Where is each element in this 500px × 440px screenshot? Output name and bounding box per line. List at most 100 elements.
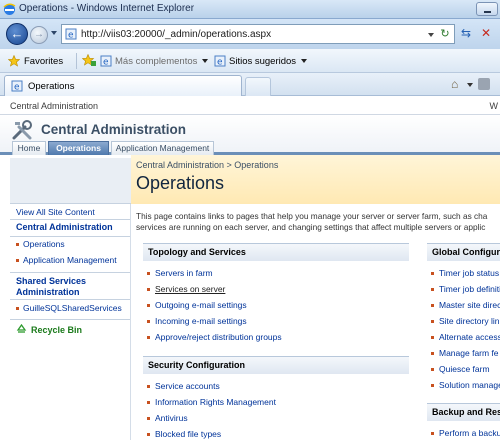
address-dropdown-icon[interactable] <box>428 33 434 37</box>
link-label: Outgoing e-mail settings <box>155 300 247 310</box>
link-irm[interactable]: Information Rights Management <box>147 397 276 407</box>
nav-divider <box>10 319 130 320</box>
site-title[interactable]: Central Administration <box>41 122 186 137</box>
top-navigation: Home Operations Application Management <box>0 139 500 155</box>
bullet-icon <box>147 432 150 436</box>
link-label: Quiesce farm <box>439 364 490 374</box>
svg-text:e: e <box>103 58 109 68</box>
link-label: Antivirus <box>155 413 188 423</box>
suggested-sites-icon: e <box>214 55 226 67</box>
link-master-site-directory[interactable]: Master site directory <box>431 300 500 310</box>
link-antivirus[interactable]: Antivirus <box>147 413 188 423</box>
link-perform-backup[interactable]: Perform a backup <box>431 428 500 438</box>
nav-item-operations[interactable]: Operations <box>16 239 65 249</box>
bullet-icon <box>147 400 150 404</box>
topology-section-heading: Topology and Services <box>143 243 409 261</box>
new-tab-button[interactable] <box>245 77 271 96</box>
link-servers-in-farm[interactable]: Servers in farm <box>147 268 213 278</box>
nav-divider <box>10 236 130 237</box>
stop-icon[interactable]: ✕ <box>478 26 494 42</box>
ssp-heading[interactable]: Shared Services Administration <box>16 276 126 298</box>
link-outgoing-email[interactable]: Outgoing e-mail settings <box>147 300 247 310</box>
recent-pages-dropdown[interactable] <box>51 31 57 35</box>
nav-item-label: Application Management <box>23 255 117 265</box>
link-site-directory-links[interactable]: Site directory links <box>431 316 500 326</box>
svg-text:e: e <box>68 31 74 41</box>
link-quiesce-farm[interactable]: Quiesce farm <box>431 364 490 374</box>
link-label: Master site directory <box>439 300 500 310</box>
nav-item-guillesqlsharedservices[interactable]: GuilleSQLSharedServices <box>16 303 122 313</box>
link-label: Services on server <box>155 284 226 294</box>
back-button[interactable]: ← <box>6 23 28 45</box>
bullet-icon <box>431 367 434 371</box>
bullet-icon <box>431 303 434 307</box>
bullet-icon <box>16 306 19 310</box>
description-line: This page contains links to pages that h… <box>136 211 488 221</box>
link-label: Perform a backup <box>439 428 500 438</box>
link-alternate-access[interactable]: Alternate access <box>431 332 500 342</box>
link-manage-farm-features[interactable]: Manage farm fe <box>431 348 499 358</box>
star-icon <box>8 55 20 67</box>
home-icon[interactable]: ⌂ <box>451 77 465 91</box>
link-label: Servers in farm <box>155 268 213 278</box>
quick-launch-top-stripe <box>10 158 131 204</box>
address-bar[interactable]: e http://viis03:20000/_admin/operations.… <box>61 24 455 44</box>
link-label: Incoming e-mail settings <box>155 316 247 326</box>
bullet-icon <box>16 258 19 262</box>
tools-logo-icon <box>12 120 32 140</box>
breadcrumb[interactable]: Central Administration > Operations <box>136 160 278 170</box>
add-favorite-icon[interactable] <box>82 54 96 67</box>
sitios-sugeridos-menu[interactable]: e Sitios sugeridos <box>214 53 308 69</box>
compatibility-icon[interactable]: ⇆ <box>458 26 474 42</box>
refresh-icon[interactable]: ↻ <box>438 27 452 41</box>
recycle-bin-icon <box>16 324 27 333</box>
link-label: Timer job definitions <box>439 284 500 294</box>
nav-divider <box>10 272 130 273</box>
tab-operations[interactable]: e Operations <box>4 75 242 96</box>
recycle-bin-link[interactable]: Recycle Bin <box>16 324 82 335</box>
bullet-icon <box>147 319 150 323</box>
mas-complementos-menu[interactable]: e Más complementos <box>100 53 209 69</box>
favorites-button[interactable]: Favorites <box>8 53 63 69</box>
bullet-icon <box>431 431 434 435</box>
chevron-down-icon <box>301 59 308 63</box>
feeds-icon[interactable] <box>478 78 490 90</box>
bullet-icon <box>431 319 434 323</box>
view-all-site-content-link[interactable]: View All Site Content <box>16 207 95 217</box>
link-blocked-file-types[interactable]: Blocked file types <box>147 429 221 439</box>
page-title: Operations <box>136 173 225 193</box>
security-section-heading: Security Configuration <box>143 356 409 374</box>
minimize-button[interactable] <box>476 2 498 16</box>
link-timer-job-definitions[interactable]: Timer job definitions <box>431 284 500 294</box>
bullet-icon <box>147 287 150 291</box>
home-dropdown-icon[interactable] <box>467 83 473 87</box>
link-approve-reject-groups[interactable]: Approve/reject distribution groups <box>147 332 282 342</box>
nav-item-application-management[interactable]: Application Management <box>16 255 117 265</box>
tab-label: Operations <box>28 80 75 92</box>
tab-application-management[interactable]: Application Management <box>111 141 214 155</box>
toolbar-divider <box>76 53 77 69</box>
sitios-sugeridos-label: Sitios sugeridos <box>229 55 297 67</box>
bullet-icon <box>431 287 434 291</box>
link-label: Site directory links <box>439 316 500 326</box>
bullet-icon <box>147 271 150 275</box>
central-admin-heading[interactable]: Central Administration <box>16 222 113 233</box>
welcome-user-menu[interactable]: W <box>490 101 499 111</box>
tab-home[interactable]: Home <box>12 141 46 155</box>
link-incoming-email[interactable]: Incoming e-mail settings <box>147 316 247 326</box>
link-solution-management[interactable]: Solution manage <box>431 380 500 390</box>
link-timer-job-status[interactable]: Timer job status <box>431 268 499 278</box>
navigation-bar: ← → e http://viis03:20000/_admin/operati… <box>0 19 500 49</box>
tab-page-icon: e <box>11 80 23 92</box>
url-text[interactable]: http://viis03:20000/_admin/operations.as… <box>81 29 271 40</box>
forward-button[interactable]: → <box>30 26 48 44</box>
global-config-section-heading: Global Configuration <box>427 243 500 261</box>
link-services-on-server[interactable]: Services on server <box>147 284 225 294</box>
global-breadcrumb-link[interactable]: Central Administration <box>10 101 98 111</box>
bullet-icon <box>147 335 150 339</box>
nav-divider <box>10 219 130 220</box>
main-content: Central Administration > Operations Oper… <box>131 155 500 440</box>
tab-operations-nav[interactable]: Operations <box>48 141 109 155</box>
sharepoint-global-bar: Central Administration W <box>0 97 500 115</box>
link-service-accounts[interactable]: Service accounts <box>147 381 220 391</box>
